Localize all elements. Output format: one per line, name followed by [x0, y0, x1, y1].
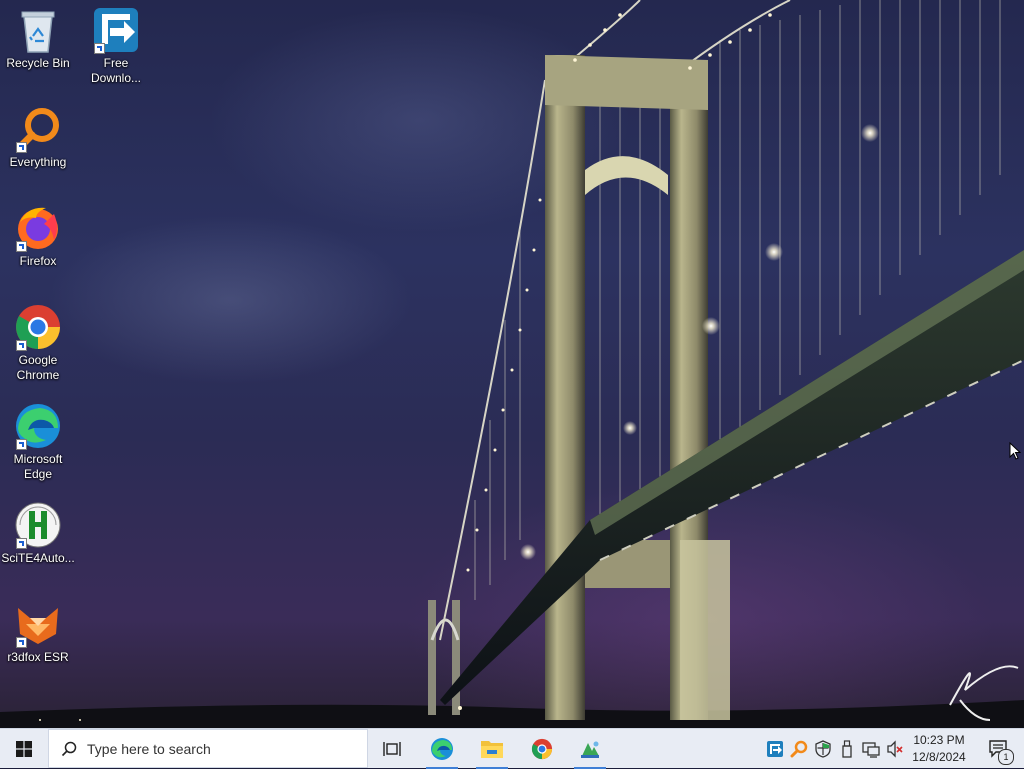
chrome-icon: [14, 303, 62, 351]
desktop-icon-label: r3dfox ESR: [7, 650, 69, 664]
bridge-wallpaper-image: [0, 0, 1024, 728]
task-view-icon: [383, 742, 401, 756]
free-download-manager-tray-icon[interactable]: [766, 740, 784, 758]
security-shield-icon[interactable]: [814, 740, 832, 758]
action-center-button[interactable]: 1: [978, 729, 1018, 769]
desktop-icon-google-chrome[interactable]: Google Chrome: [0, 303, 76, 383]
taskbar-app-other[interactable]: [570, 729, 610, 769]
desktop-icon-everything[interactable]: Everything: [0, 105, 76, 170]
search-placeholder: Type here to search: [87, 740, 211, 757]
scite4autoit-icon: [14, 501, 62, 549]
desktop-icon-free-download-manager[interactable]: Free Downlo...: [78, 6, 154, 86]
desktop-icon-scite4autoit[interactable]: SciTE4Auto...: [0, 501, 76, 566]
desktop-icon-label: SciTE4Auto...: [1, 551, 75, 565]
r3dfox-icon: [14, 600, 62, 648]
firefox-icon: [14, 204, 62, 252]
desktop-icon-label: Free Downlo...: [90, 56, 142, 85]
network-icon[interactable]: [862, 740, 880, 758]
desktop-icon-label: Recycle Bin: [6, 56, 70, 70]
mouse-cursor-icon: [1009, 442, 1021, 460]
free-download-manager-icon: [92, 6, 140, 54]
edge-icon: [431, 738, 453, 760]
desktop-icon-r3dfox-esr[interactable]: r3dfox ESR: [0, 600, 76, 665]
volume-muted-icon[interactable]: [886, 740, 904, 758]
app-icon: [581, 741, 599, 758]
taskbar-app-edge[interactable]: [422, 729, 462, 769]
desktop-icon-label: Google Chrome: [16, 353, 60, 382]
everything-tray-icon[interactable]: [790, 740, 808, 758]
taskbar: Type here to search 10:23 PM 12/8/2024 1: [0, 728, 1024, 769]
desktop-icon-recycle-bin[interactable]: Recycle Bin: [0, 6, 76, 71]
taskbar-search-box[interactable]: Type here to search: [48, 729, 368, 768]
search-icon: [61, 741, 77, 756]
desktop-icon-microsoft-edge[interactable]: Microsoft Edge: [0, 402, 76, 482]
file-explorer-icon: [481, 741, 503, 758]
desktop-icon-label: Firefox: [19, 254, 57, 268]
desktop-wallpaper: [0, 0, 1024, 728]
edge-icon: [14, 402, 62, 450]
clock-date: 12/8/2024: [912, 750, 966, 764]
start-button[interactable]: [0, 729, 48, 769]
everything-search-icon: [14, 105, 62, 153]
taskbar-app-chrome[interactable]: [522, 729, 562, 769]
clock-time: 10:23 PM: [913, 733, 965, 747]
desktop-icon-label: Microsoft Edge: [13, 452, 63, 481]
usb-device-icon[interactable]: [838, 740, 856, 758]
recycle-bin-icon: [14, 6, 62, 54]
taskbar-app-file-explorer[interactable]: [472, 729, 512, 769]
taskbar-clock[interactable]: 10:23 PM 12/8/2024: [906, 732, 972, 766]
chrome-icon: [531, 738, 553, 760]
windows-logo-icon: [16, 741, 32, 757]
desktop-icon-label: Everything: [9, 155, 67, 169]
notification-count-badge: 1: [998, 749, 1014, 765]
desktop-icon-firefox[interactable]: Firefox: [0, 204, 76, 269]
task-view-button[interactable]: [372, 729, 412, 769]
